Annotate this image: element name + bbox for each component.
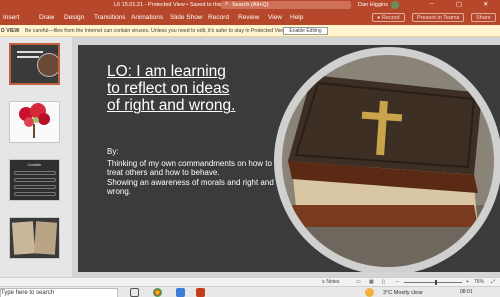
- share-button-label: Share: [476, 15, 491, 21]
- slide-thumbnail-1[interactable]: [9, 43, 60, 85]
- heart-tree-image: [19, 103, 50, 138]
- zoom-in-icon[interactable]: +: [466, 279, 469, 285]
- minimize-icon[interactable]: –: [430, 0, 434, 7]
- document-title: L6 15.01.21 - Protected View • Saved to …: [114, 2, 231, 8]
- tab-view[interactable]: View: [268, 14, 282, 21]
- status-bar: ≡ Notes ▭ ▦ ▯ – + 76% ⤢: [0, 277, 500, 286]
- powerpoint-icon[interactable]: [196, 288, 205, 297]
- thumb-bible-image: [37, 53, 58, 77]
- search-icon: ⌕: [225, 1, 229, 7]
- reading-view-icon[interactable]: ▯: [382, 279, 385, 285]
- record-button-label: Record: [381, 15, 400, 21]
- protected-view-message: Be careful—files from the Internet can c…: [25, 28, 287, 34]
- thumb-box: [14, 185, 56, 189]
- normal-view-icon[interactable]: ▭: [356, 279, 361, 285]
- body-point: Thinking of my own commandments on how t…: [107, 159, 272, 177]
- record-button[interactable]: ● Record: [372, 13, 405, 22]
- tab-animations[interactable]: Animations: [131, 14, 163, 21]
- clock[interactable]: 08:01: [460, 289, 473, 295]
- tab-transitions[interactable]: Transitions: [94, 14, 126, 21]
- present-in-teams-button[interactable]: Present in Teams: [412, 13, 465, 22]
- zoom-slider-thumb[interactable]: [434, 280, 437, 285]
- slide-thumbnail-4[interactable]: [9, 217, 60, 259]
- taskbar-search[interactable]: Type here to search: [0, 288, 118, 297]
- slide-title-line: of right and wrong.: [107, 97, 236, 114]
- present-in-teams-label: Present in Teams: [417, 15, 460, 21]
- slide-sorter-icon[interactable]: ▦: [369, 279, 374, 285]
- maximize-icon[interactable]: ▢: [456, 0, 462, 8]
- body-point: Showing an awareness of morals and right…: [107, 178, 274, 196]
- current-slide[interactable]: LO: I am learning to reflect on ideas of…: [78, 45, 500, 272]
- thumb-tablet-right: [33, 221, 58, 255]
- zoom-slider[interactable]: [404, 282, 462, 283]
- slide-title-line: LO: I am learning: [107, 63, 226, 80]
- tab-insert[interactable]: Insert: [3, 14, 19, 21]
- thumb-heading: Consider: [27, 163, 42, 167]
- slide-title[interactable]: LO: I am learning to reflect on ideas of…: [107, 63, 282, 114]
- user-name[interactable]: Dan Higgins: [358, 2, 388, 8]
- notes-label: Notes: [326, 279, 340, 285]
- ribbon-tabs: Insert Draw Design Transitions Animation…: [0, 10, 500, 25]
- tab-review[interactable]: Review: [238, 14, 259, 21]
- tab-draw[interactable]: Draw: [39, 14, 54, 21]
- bible-photo: [282, 55, 494, 267]
- share-button[interactable]: Share: [471, 13, 496, 22]
- thumb-title-line: [17, 51, 43, 53]
- thumb-tablet-left: [11, 221, 36, 255]
- weather-icon: [365, 288, 374, 297]
- protected-view-label: D VIEW: [1, 28, 20, 34]
- fit-to-window-icon[interactable]: ⤢: [491, 279, 495, 285]
- chrome-icon[interactable]: [153, 288, 162, 297]
- search-placeholder: Search (Alt+Q): [232, 2, 269, 8]
- by-label: By:: [107, 147, 119, 156]
- title-bar: L6 15.01.21 - Protected View • Saved to …: [0, 0, 500, 10]
- zoom-level[interactable]: 76%: [474, 279, 484, 285]
- slide-thumbnail-2[interactable]: [9, 101, 60, 143]
- taskbar-search-placeholder: Type here to search: [1, 290, 55, 296]
- thumb-box: [14, 171, 56, 175]
- thumb-box: [14, 192, 56, 196]
- thumb-title-line: [17, 56, 39, 58]
- close-icon[interactable]: ✕: [483, 0, 488, 8]
- user-avatar[interactable]: [391, 1, 399, 9]
- app-icon[interactable]: [176, 288, 185, 297]
- tab-design[interactable]: Design: [64, 14, 84, 21]
- slide-body[interactable]: By: Thinking of my own commandments on h…: [107, 147, 282, 197]
- zoom-out-icon[interactable]: –: [396, 279, 399, 285]
- taskbar: Type here to search 3°C Mostly clear 08:…: [0, 286, 500, 297]
- thumb-box: [14, 178, 56, 182]
- enable-editing-button[interactable]: Enable Editing: [283, 27, 328, 35]
- protected-view-bar: D VIEW Be careful—files from the Interne…: [0, 25, 500, 37]
- task-view-icon[interactable]: [130, 288, 139, 297]
- slide-thumbnail-3[interactable]: Consider: [9, 159, 60, 201]
- tab-slide-show[interactable]: Slide Show: [170, 14, 203, 21]
- slide-thumbnail-pane[interactable]: Consider: [0, 37, 72, 277]
- search-box[interactable]: ⌕ Search (Alt+Q): [221, 1, 351, 9]
- notes-button[interactable]: ≡ Notes: [322, 279, 339, 285]
- tab-record[interactable]: Record: [208, 14, 229, 21]
- slide-title-line: to reflect on ideas: [107, 80, 230, 97]
- tab-help[interactable]: Help: [290, 14, 303, 21]
- weather-status[interactable]: 3°C Mostly clear: [383, 290, 423, 296]
